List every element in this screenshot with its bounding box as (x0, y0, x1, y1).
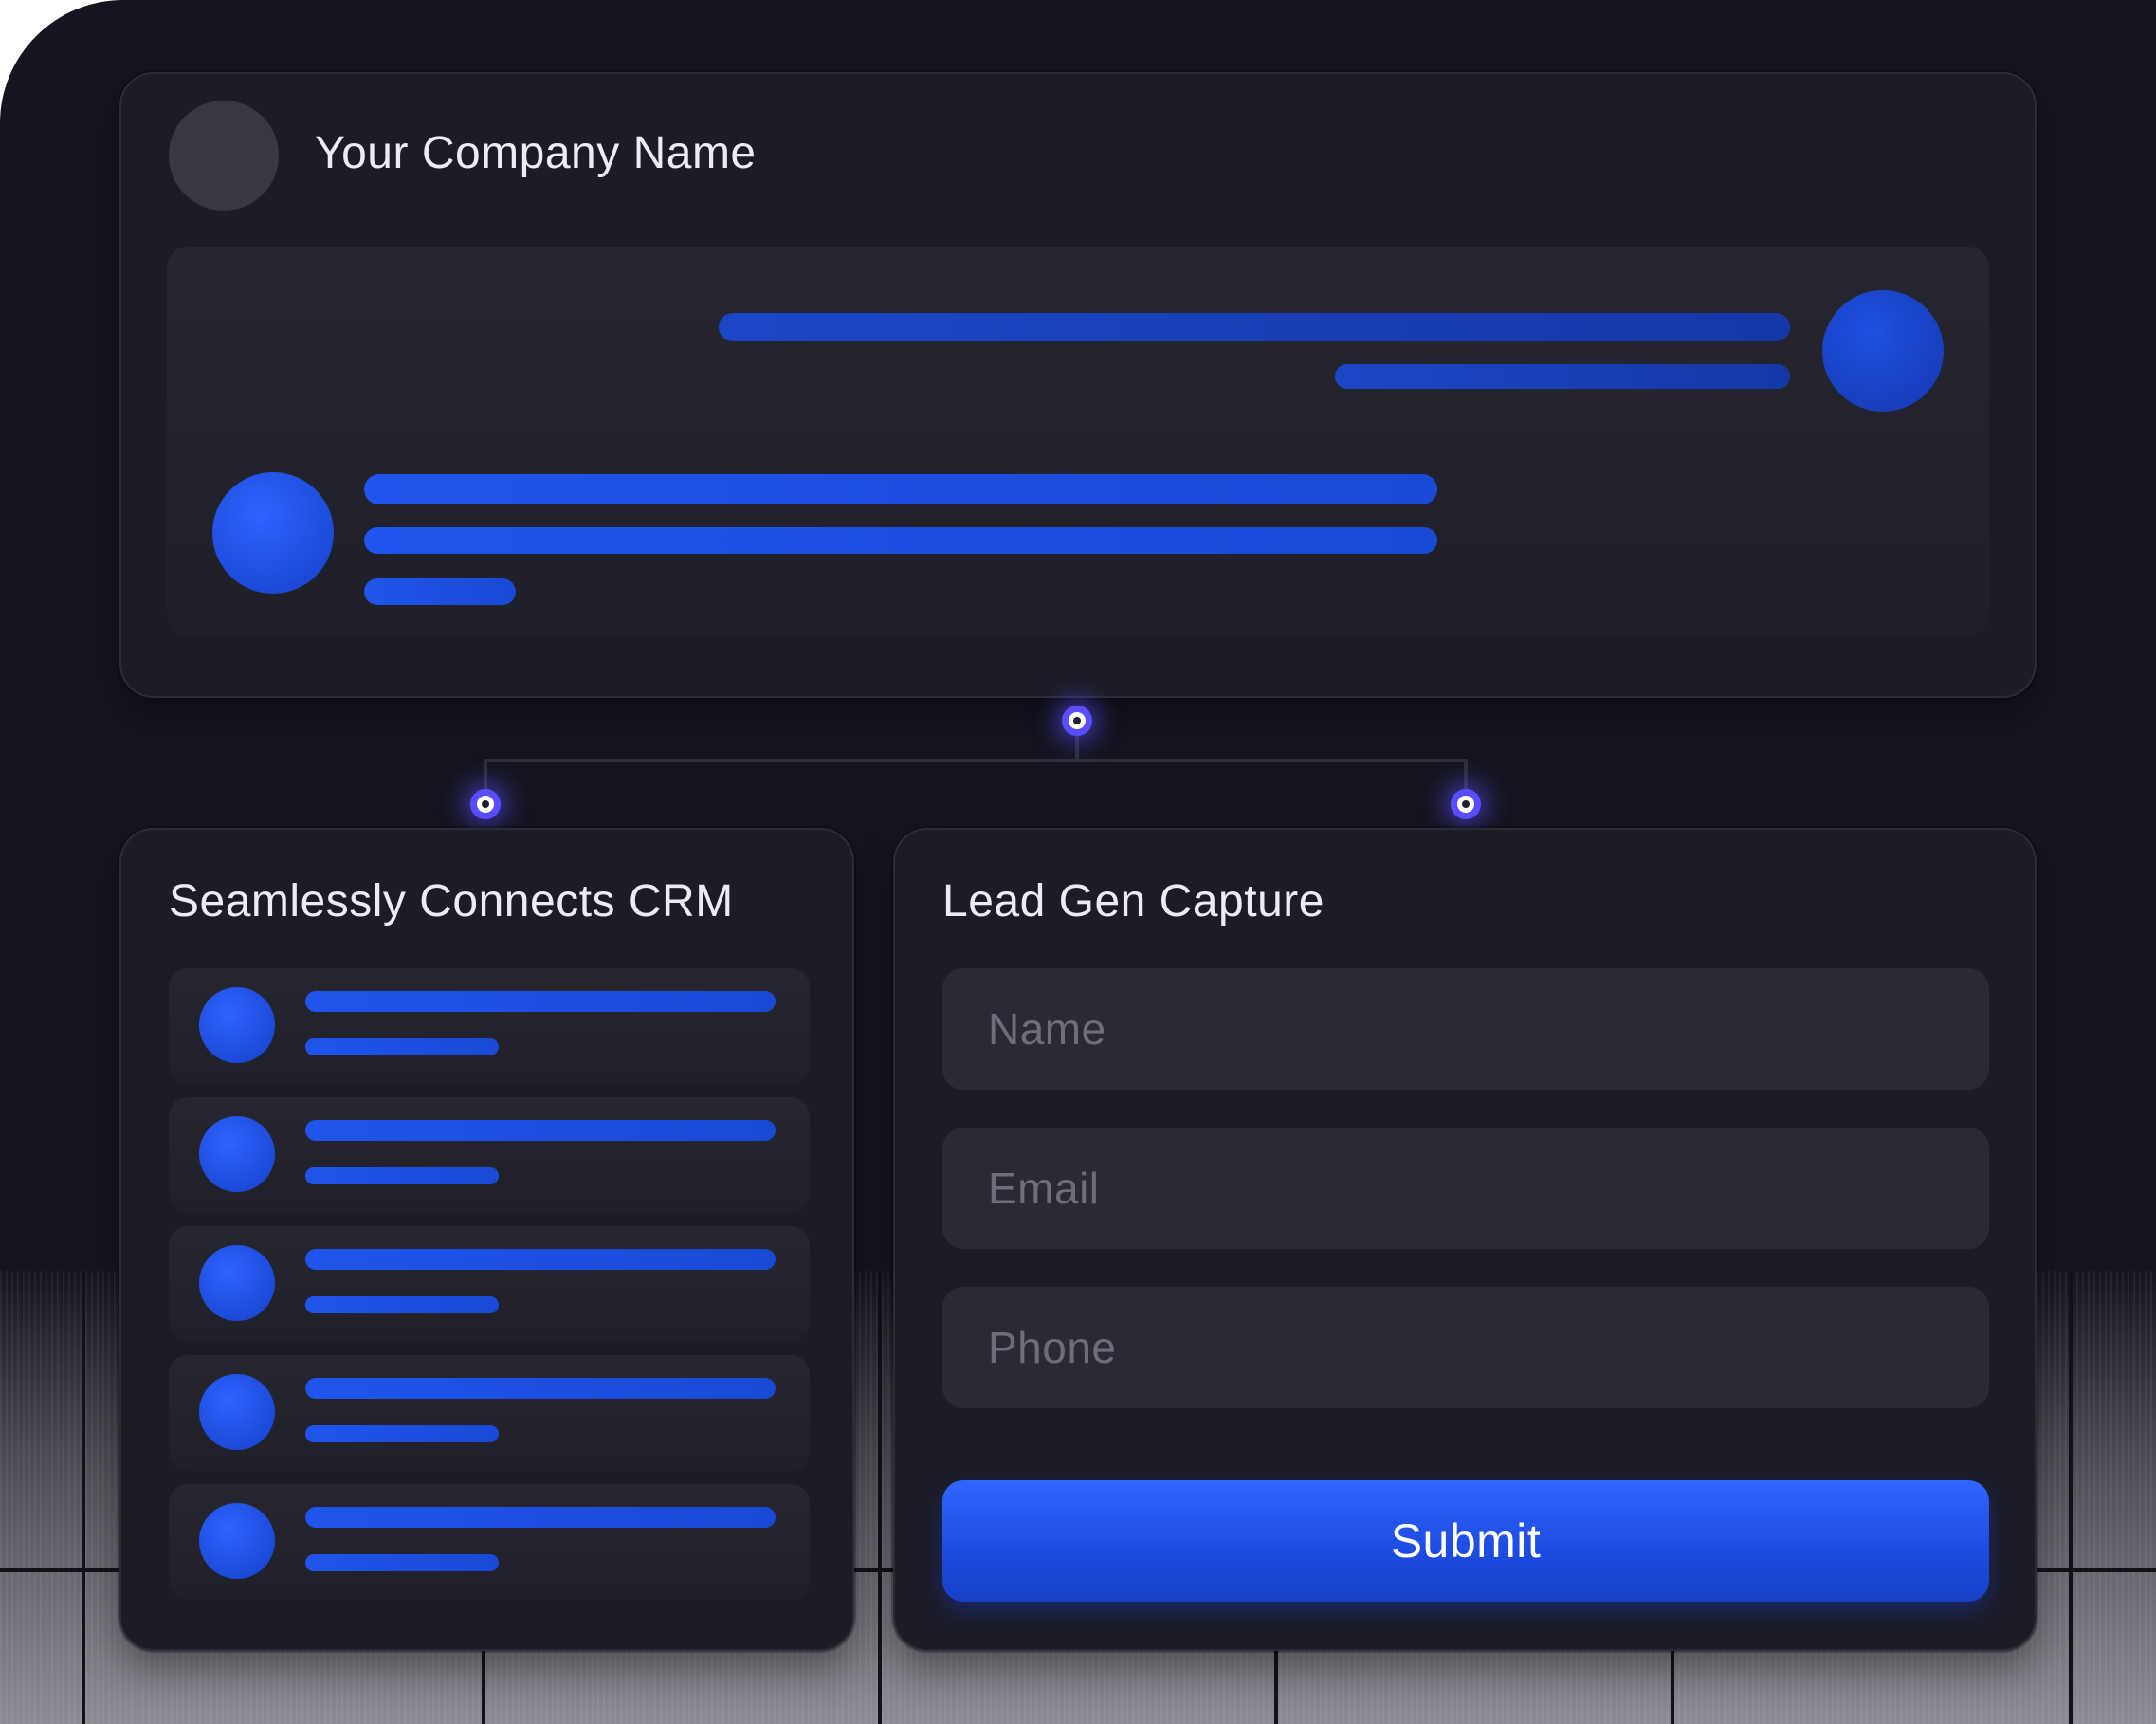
incoming-message-line (364, 474, 1437, 504)
crm-item-line (305, 1296, 499, 1313)
grid-line (878, 1271, 882, 1724)
crm-list-item (169, 1484, 810, 1600)
grid-line (2069, 1271, 2073, 1724)
crm-card: Seamlessly Connects CRM (119, 828, 854, 1651)
company-name: Your Company Name (315, 128, 757, 178)
name-field[interactable]: Name (942, 968, 1989, 1090)
outgoing-message-line (1335, 364, 1790, 389)
incoming-message-line (364, 527, 1437, 554)
bot-avatar-icon (212, 472, 334, 594)
crm-list-item (169, 1226, 810, 1342)
user-avatar-icon (1822, 290, 1944, 412)
lead-gen-card: Lead Gen Capture Name Email Phone Submit (893, 828, 2037, 1651)
crm-item-line (305, 1378, 776, 1399)
crm-contact-avatar-icon (199, 1374, 275, 1450)
connector-node-icon (1062, 706, 1092, 736)
crm-item-line (305, 1507, 776, 1528)
chat-preview-panel (167, 247, 1989, 635)
lead-gen-title: Lead Gen Capture (942, 876, 1325, 926)
crm-contact-avatar-icon (199, 1503, 275, 1579)
grid-line (82, 1271, 85, 1724)
incoming-message-line (364, 578, 516, 605)
crm-item-line (305, 1120, 776, 1141)
crm-list-item (169, 968, 810, 1084)
crm-item-line (305, 991, 776, 1012)
outgoing-message-line (719, 313, 1790, 341)
crm-item-line (305, 1425, 499, 1442)
submit-button[interactable]: Submit (942, 1480, 1989, 1602)
crm-item-line (305, 1038, 499, 1055)
phone-field[interactable]: Phone (942, 1287, 1989, 1408)
company-logo-icon (169, 101, 279, 211)
crm-contact-avatar-icon (199, 1245, 275, 1321)
crm-list-item (169, 1355, 810, 1471)
connector-node-icon (470, 789, 501, 819)
email-field[interactable]: Email (942, 1128, 1989, 1249)
crm-contact-avatar-icon (199, 1116, 275, 1192)
crm-item-line (305, 1554, 499, 1571)
connector-line (484, 759, 1468, 762)
crm-card-title: Seamlessly Connects CRM (169, 876, 734, 926)
crm-item-line (305, 1249, 776, 1270)
crm-contact-avatar-icon (199, 987, 275, 1063)
crm-item-line (305, 1167, 499, 1184)
crm-list-item (169, 1097, 810, 1213)
company-chat-card: Your Company Name (119, 72, 2037, 698)
connector-node-icon (1451, 789, 1481, 819)
